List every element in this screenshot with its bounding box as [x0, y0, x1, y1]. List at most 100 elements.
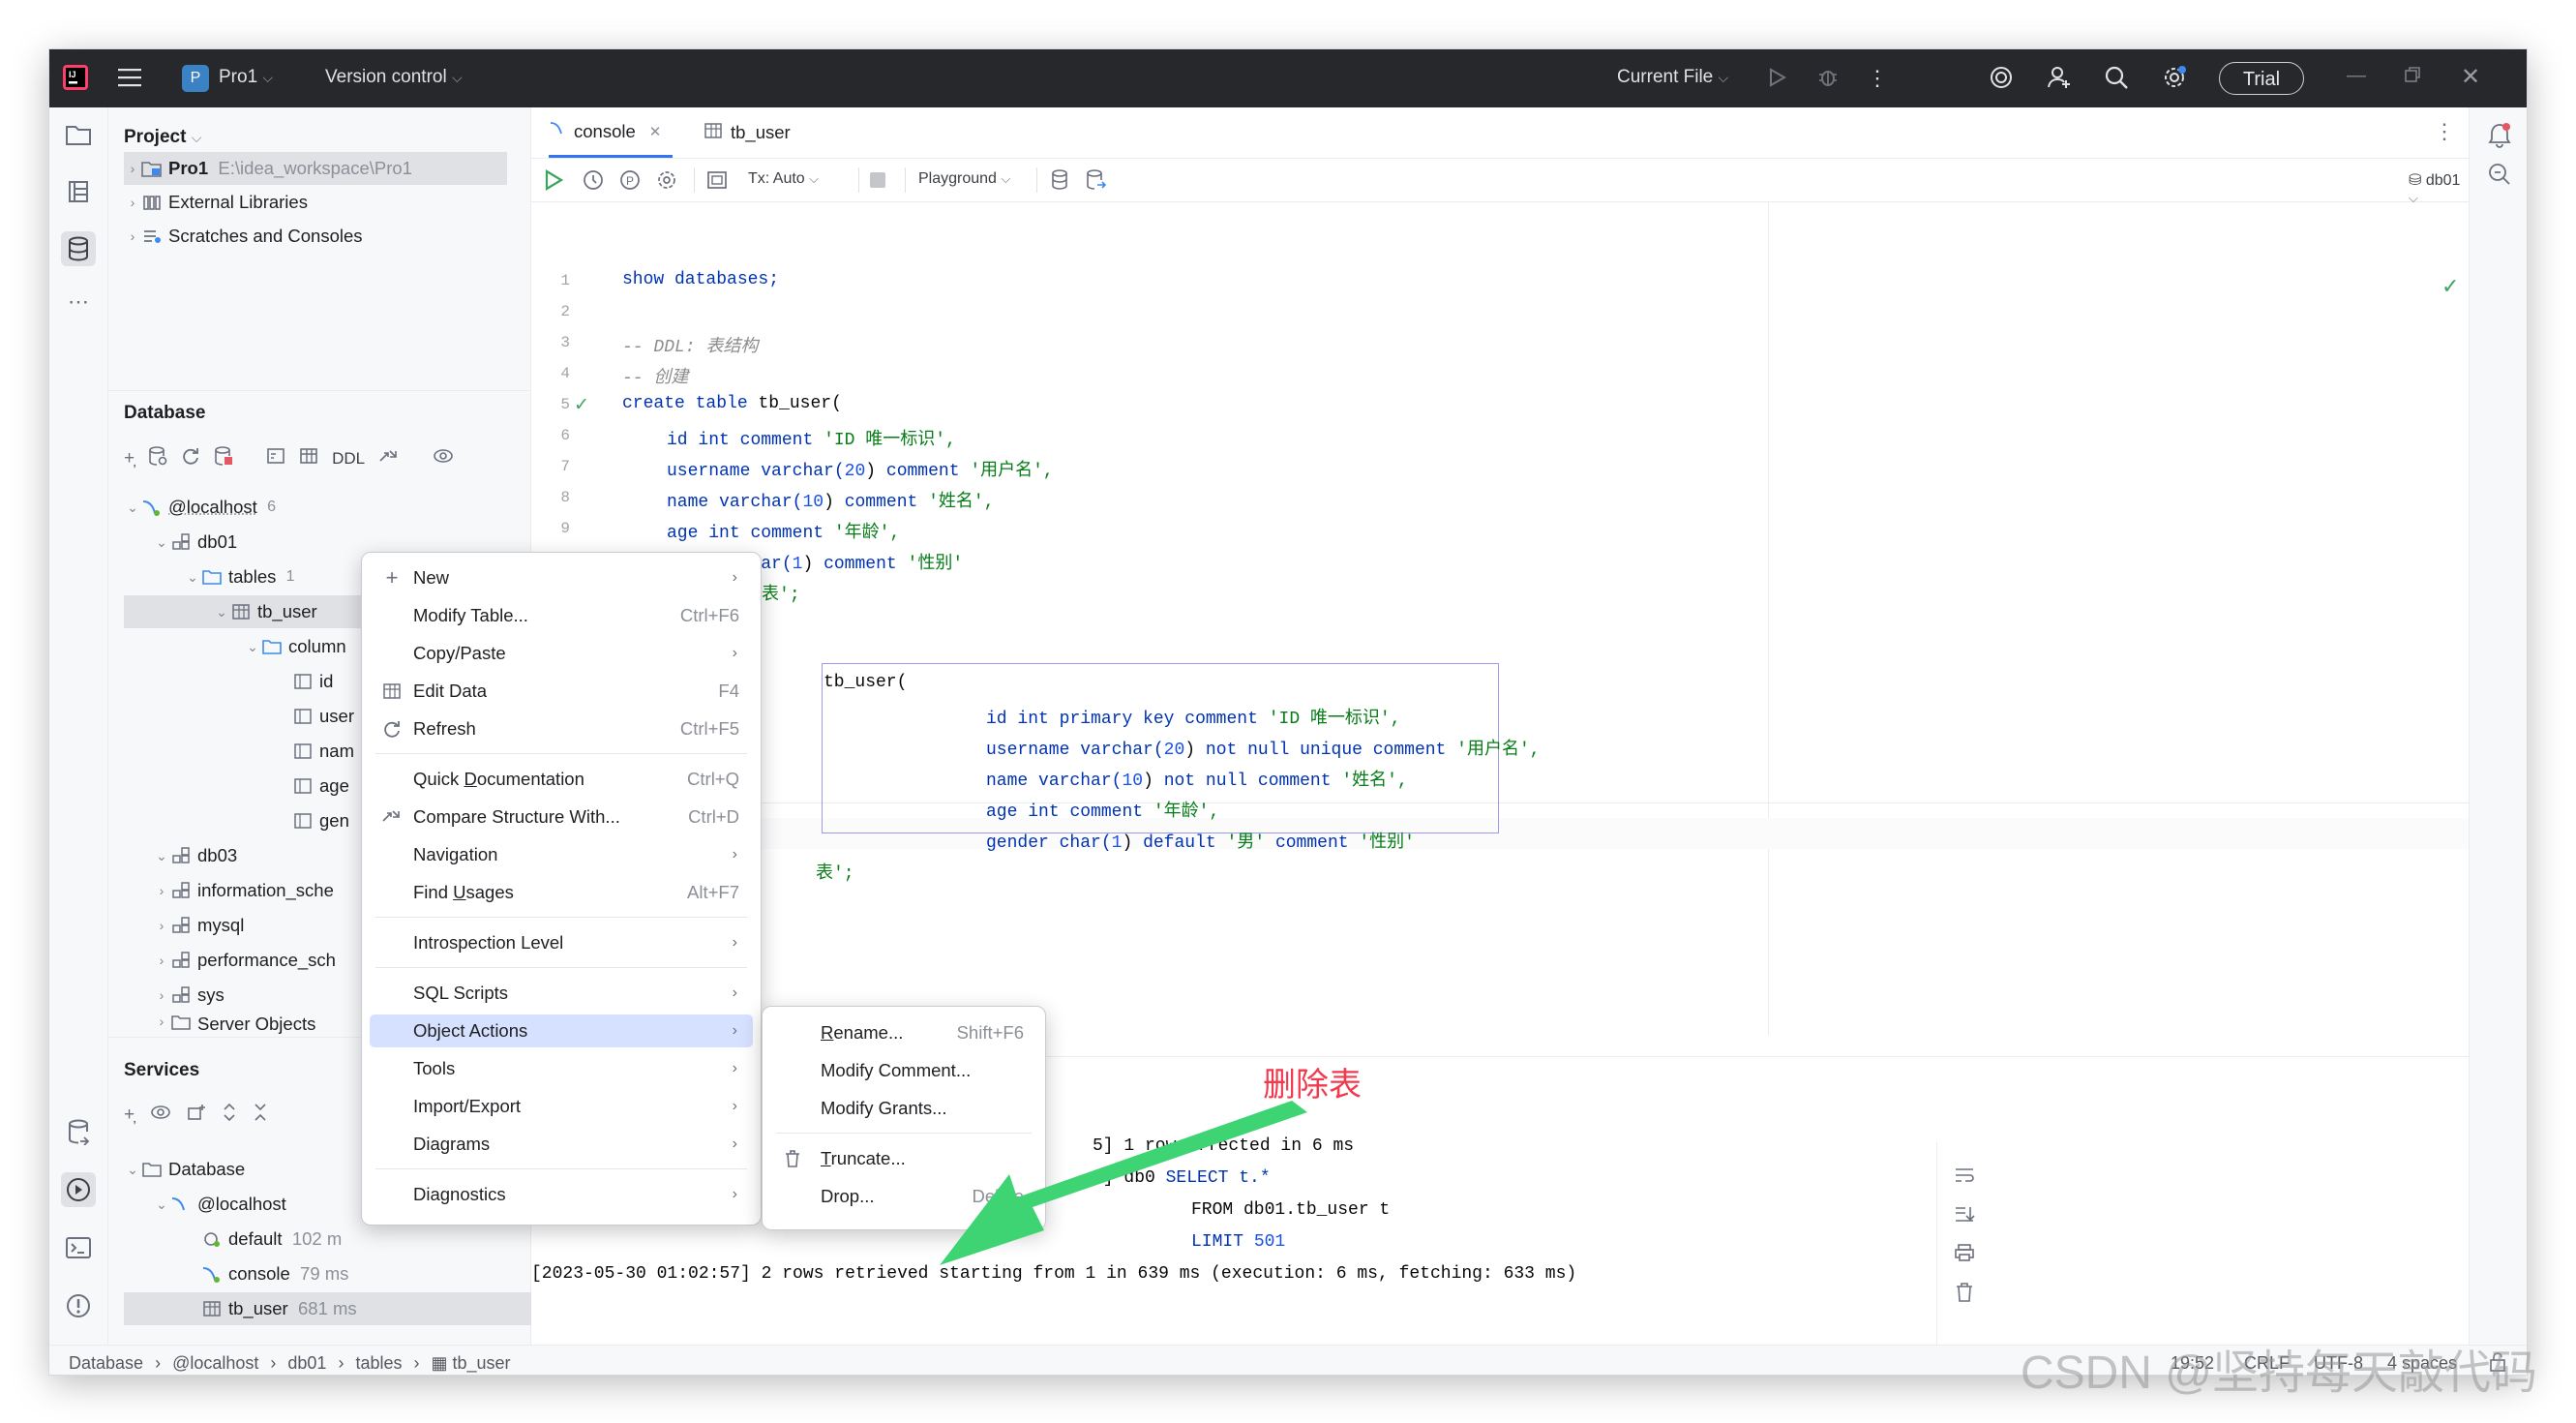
more-tools-icon[interactable]: ⋯ — [61, 285, 96, 319]
tree-item-pro1[interactable]: › Pro1 E:\idea_workspace\Pro1 — [124, 152, 507, 185]
transaction-mode-selector[interactable]: Tx: Auto ⌵ — [748, 170, 819, 188]
tree-item-column[interactable]: gen — [292, 804, 349, 837]
problems-tool-icon[interactable] — [61, 1288, 96, 1323]
tree-item-db01[interactable]: ⌄ db01 — [153, 526, 237, 559]
project-switcher[interactable]: Pro1 ⌵ — [219, 67, 273, 88]
scroll-to-end-icon[interactable] — [1954, 1204, 1975, 1228]
data-source-properties-icon[interactable] — [148, 445, 167, 472]
tree-item-tables[interactable]: ⌄ tables 1 — [184, 560, 294, 593]
breadcrumb-item[interactable]: ▦ tb_user — [431, 1353, 510, 1374]
tab-console[interactable]: console ✕ — [549, 107, 674, 158]
tree-item-mysql[interactable]: › mysql — [153, 909, 245, 942]
print-icon[interactable] — [1954, 1243, 1975, 1267]
tree-item-sys[interactable]: › sys — [153, 979, 225, 1012]
menu-item-tools[interactable]: Tools › — [370, 1052, 753, 1085]
structure-tool-icon[interactable] — [61, 174, 96, 209]
new-tab-icon[interactable] — [187, 1104, 206, 1127]
history-icon[interactable] — [582, 168, 605, 197]
terminal-tool-icon[interactable] — [61, 1230, 96, 1265]
show-icon[interactable] — [150, 1105, 171, 1126]
main-menu-icon[interactable] — [118, 67, 143, 94]
service-item-localhost[interactable]: ⌄ @localhost — [153, 1188, 286, 1221]
database-changes-icon[interactable] — [61, 1114, 96, 1149]
tree-item-column[interactable]: user — [292, 700, 354, 733]
menu-item-new[interactable]: + New › — [370, 561, 753, 594]
soft-wrap-icon[interactable] — [1954, 1166, 1975, 1190]
menu-item-rename[interactable]: Rename... Shift+F6 — [770, 1016, 1037, 1049]
project-panel-title[interactable]: Project ⌵ — [124, 127, 201, 148]
jump-to-icon[interactable] — [378, 447, 400, 470]
console-icon[interactable] — [266, 447, 285, 470]
add-icon[interactable]: +̦ — [124, 448, 135, 469]
tree-item-scratches[interactable]: › Scratches and Consoles — [124, 220, 363, 253]
tree-item-server-objects[interactable]: › Server Objects — [153, 1014, 316, 1035]
breadcrumb-item[interactable]: db01 — [287, 1353, 326, 1374]
sql-editor[interactable]: ✓ 1 2 3 4 5 6 7 8 9 10 11 ✓ show databas… — [531, 202, 2469, 1035]
database-schema-icon[interactable] — [1050, 168, 1071, 197]
breadcrumb-item[interactable]: tables — [355, 1353, 402, 1374]
settings-icon[interactable] — [655, 168, 678, 197]
close-tab-icon[interactable]: ✕ — [649, 123, 662, 140]
tree-item-db03[interactable]: ⌄ db03 — [153, 839, 237, 872]
menu-item-sql-scripts[interactable]: SQL Scripts › — [370, 977, 753, 1010]
tree-item-information-schema[interactable]: › information_sche — [153, 874, 334, 907]
clear-all-icon[interactable] — [1954, 1282, 1975, 1308]
tab-options-icon[interactable]: ⋮ — [2434, 119, 2455, 144]
project-tool-icon[interactable] — [61, 117, 96, 152]
tree-item-column[interactable]: age — [292, 770, 349, 802]
restore-icon[interactable] — [2403, 65, 2422, 90]
service-item-console[interactable]: console 79 ms — [201, 1257, 348, 1290]
menu-item-navigation[interactable]: Navigation › — [370, 838, 753, 871]
playground-selector[interactable]: Playground ⌵ — [918, 170, 1010, 188]
minimize-icon[interactable]: — — [2347, 65, 2366, 87]
services-tool-icon[interactable] — [61, 1172, 96, 1207]
trial-button[interactable]: Trial — [2219, 62, 2304, 95]
layout-icon[interactable] — [705, 168, 729, 197]
add-service-icon[interactable]: +̦ — [124, 1105, 135, 1126]
database-tool-icon[interactable] — [61, 231, 96, 266]
add-user-icon[interactable] — [2046, 64, 2073, 97]
version-control-menu[interactable]: Version control ⌵ — [325, 67, 463, 88]
run-config-selector[interactable]: Current File ⌵ — [1617, 67, 1728, 88]
search-icon[interactable] — [2104, 65, 2129, 96]
menu-item-modify-comment[interactable]: Modify Comment... — [770, 1054, 1037, 1087]
notifications-icon[interactable] — [2487, 121, 2512, 153]
view-options-icon[interactable] — [433, 448, 454, 469]
run-icon[interactable] — [1768, 67, 1787, 94]
menu-item-find-usages[interactable]: Find Usages Alt+F7 — [370, 876, 753, 909]
service-item-default[interactable]: default 102 m — [201, 1223, 342, 1256]
menu-item-import-export[interactable]: Import/Export › — [370, 1090, 753, 1123]
project-badge[interactable]: P — [182, 65, 209, 92]
disconnect-icon[interactable] — [214, 445, 233, 472]
tree-item-external-libraries[interactable]: › External Libraries — [124, 186, 308, 219]
table-icon[interactable] — [299, 447, 318, 470]
database-nav-icon[interactable] — [1085, 168, 1107, 197]
ddl-button[interactable]: DDL — [332, 449, 365, 469]
menu-item-copy-paste[interactable]: Copy/Paste › — [370, 637, 753, 670]
breadcrumb-item[interactable]: @localhost — [172, 1353, 258, 1374]
ai-assistant-icon[interactable] — [1989, 65, 2014, 96]
tree-item-column[interactable]: nam — [292, 735, 354, 768]
collapse-all-icon[interactable] — [253, 1103, 268, 1128]
more-actions-icon[interactable]: ⋮ — [1867, 66, 1888, 91]
stop-icon[interactable] — [870, 172, 885, 188]
refresh-icon[interactable] — [181, 446, 200, 471]
expand-all-icon[interactable] — [222, 1103, 237, 1128]
menu-item-edit-data[interactable]: Edit Data F4 — [370, 675, 753, 708]
ai-chat-icon[interactable] — [2487, 162, 2512, 192]
menu-item-refresh[interactable]: Refresh Ctrl+F5 — [370, 712, 753, 745]
breadcrumb-item[interactable]: Database — [69, 1353, 143, 1374]
menu-item-modify-table[interactable]: Modify Table... Ctrl+F6 — [370, 599, 753, 632]
tab-tb-user[interactable]: tb_user — [704, 107, 791, 158]
tree-item-performance-schema[interactable]: › performance_sch — [153, 944, 336, 977]
menu-item-diagnostics[interactable]: Diagnostics › — [370, 1178, 753, 1211]
explain-plan-icon[interactable]: P — [618, 168, 642, 197]
menu-item-quick-documentation[interactable]: Quick Documentation Ctrl+Q — [370, 763, 753, 796]
tree-item-localhost[interactable]: ⌄ @localhost 6 — [124, 491, 276, 524]
debug-icon[interactable] — [1816, 66, 1840, 95]
execute-icon[interactable] — [543, 168, 564, 197]
menu-item-compare-structure[interactable]: Compare Structure With... Ctrl+D — [370, 801, 753, 833]
close-window-icon[interactable]: ✕ — [2461, 63, 2480, 91]
settings-gear-icon[interactable] — [2161, 64, 2188, 97]
service-item-database[interactable]: ⌄ Database — [124, 1153, 245, 1186]
